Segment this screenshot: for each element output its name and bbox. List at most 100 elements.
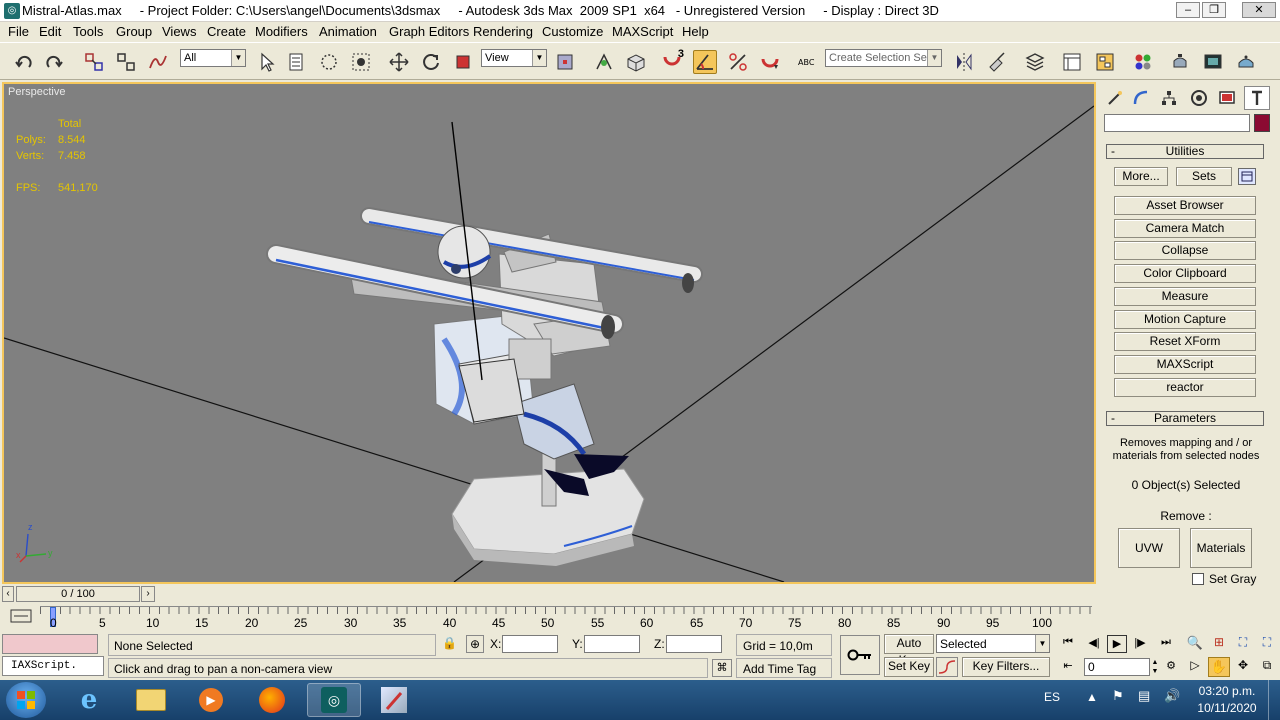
select-and-rotate-icon[interactable] xyxy=(419,50,443,74)
clock-time[interactable]: 03:20 p.m. xyxy=(1192,684,1262,698)
keyboard-shortcut-override-icon[interactable] xyxy=(624,50,648,74)
hierarchy-tab-icon[interactable] xyxy=(1156,86,1182,110)
show-hidden-icons-icon[interactable]: ▲ xyxy=(1086,690,1098,704)
menu-group[interactable]: Group xyxy=(116,24,152,39)
named-selection-sets-dropdown[interactable]: Create Selection Set ▼ xyxy=(825,49,942,67)
sets-button[interactable]: Sets xyxy=(1176,167,1232,186)
parameters-rollout-header[interactable]: - Parameters xyxy=(1106,411,1264,426)
uvw-button[interactable]: UVW xyxy=(1118,528,1180,568)
mirror-icon[interactable] xyxy=(952,50,976,74)
menu-maxscript[interactable]: MAXScript xyxy=(612,24,673,39)
current-frame-field[interactable]: 0 xyxy=(1084,658,1150,676)
frame-spinner-icon[interactable]: ▲ ▼ xyxy=(1150,658,1160,676)
name-field[interactable] xyxy=(1104,114,1250,132)
time-slider-next-icon[interactable]: › xyxy=(141,586,155,602)
snaps-toggle-icon[interactable]: 3 xyxy=(660,48,684,74)
material-editor-icon[interactable] xyxy=(1131,50,1155,74)
select-and-move-icon[interactable] xyxy=(387,50,411,74)
menu-help[interactable]: Help xyxy=(682,24,709,39)
menu-animation[interactable]: Animation xyxy=(319,24,377,39)
language-indicator[interactable]: ES xyxy=(1044,690,1060,704)
motion-tab-icon[interactable] xyxy=(1186,86,1212,110)
zoom-extents-all-icon[interactable]: ⛶ xyxy=(1258,635,1276,653)
maximize-viewport-toggle-icon[interactable]: ⧉ xyxy=(1258,658,1276,676)
curve-editor-icon[interactable] xyxy=(1060,50,1084,74)
network-icon[interactable]: ▤ xyxy=(1138,688,1156,706)
close-button[interactable]: ✕ xyxy=(1242,2,1276,18)
volume-icon[interactable]: 🔊 xyxy=(1164,688,1182,706)
redo-icon[interactable] xyxy=(42,50,66,74)
utilities-rollout-header[interactable]: - Utilities xyxy=(1106,144,1264,159)
menu-customize[interactable]: Customize xyxy=(542,24,603,39)
auto-key-button[interactable]: Auto Key xyxy=(884,634,934,667)
go-to-end-icon[interactable]: ⏭ xyxy=(1156,636,1176,652)
maxscript-button[interactable]: MAXScript xyxy=(1114,355,1256,374)
z-coordinate-field[interactable] xyxy=(666,635,722,653)
pivot-center-icon[interactable] xyxy=(553,50,577,74)
unlink-selection-icon[interactable] xyxy=(114,50,138,74)
more-button[interactable]: More... xyxy=(1114,167,1168,186)
set-gray-checkbox[interactable] xyxy=(1192,573,1204,585)
configure-button-sets-icon[interactable] xyxy=(1238,168,1256,185)
reference-coordinate-dropdown[interactable]: View ▼ xyxy=(481,49,547,67)
create-tab-icon[interactable] xyxy=(1102,86,1128,110)
start-button[interactable] xyxy=(6,682,46,718)
menu-graph-editors[interactable]: Graph Editors xyxy=(389,24,469,39)
internet-explorer-icon[interactable]: e xyxy=(62,683,116,717)
menu-modifiers[interactable]: Modifiers xyxy=(255,24,308,39)
go-to-start-icon[interactable]: ⏮ xyxy=(1058,636,1078,652)
3dsmax-taskbar-icon[interactable]: ◎ xyxy=(307,683,361,717)
window-crossing-icon[interactable] xyxy=(349,50,373,74)
maxscript-mini-listener-top[interactable] xyxy=(2,634,98,654)
render-setup-icon[interactable] xyxy=(1168,50,1192,74)
action-center-icon[interactable]: ⚑ xyxy=(1112,688,1130,706)
x-coordinate-field[interactable] xyxy=(502,635,558,653)
reset-xform-button[interactable]: Reset XForm xyxy=(1114,332,1256,351)
key-mode-dropdown[interactable]: Selected ▼ xyxy=(936,634,1050,653)
motion-capture-button[interactable]: Motion Capture xyxy=(1114,310,1256,329)
render-production-icon[interactable] xyxy=(1234,50,1258,74)
color-clipboard-button[interactable]: Color Clipboard xyxy=(1114,264,1256,283)
key-mode-toggle-icon[interactable]: ⇤ xyxy=(1058,659,1078,675)
absolute-offset-toggle-icon[interactable]: ⊕ xyxy=(466,635,484,653)
maxscript-mini-listener[interactable]: IAXScript. xyxy=(2,656,104,676)
align-icon[interactable] xyxy=(985,50,1009,74)
zoom-all-icon[interactable]: ⊞ xyxy=(1210,635,1228,653)
y-coordinate-field[interactable] xyxy=(584,635,640,653)
add-time-tag-button[interactable]: Add Time Tag xyxy=(736,658,832,678)
scene-canvas[interactable] xyxy=(4,84,1094,582)
angle-snap-toggle-icon[interactable] xyxy=(693,50,717,74)
file-explorer-icon[interactable] xyxy=(124,683,178,717)
select-object-icon[interactable] xyxy=(254,50,278,74)
menu-tools[interactable]: Tools xyxy=(73,24,103,39)
3dsmax-app-icon[interactable]: ◎ xyxy=(4,3,20,19)
menu-views[interactable]: Views xyxy=(162,24,196,39)
bind-to-space-warp-icon[interactable] xyxy=(146,50,170,74)
camera-match-button[interactable]: Camera Match xyxy=(1114,219,1256,238)
selection-region-icon[interactable] xyxy=(317,50,341,74)
field-of-view-icon[interactable]: ▷ xyxy=(1186,658,1204,676)
play-icon[interactable]: ▶ xyxy=(1107,635,1127,653)
time-tag-icon[interactable]: ⌘ xyxy=(712,659,732,677)
paint-icon[interactable] xyxy=(367,683,421,717)
minimize-button[interactable]: – xyxy=(1176,2,1200,18)
media-player-icon[interactable]: ▶ xyxy=(184,683,238,717)
collapse-button[interactable]: Collapse xyxy=(1114,241,1256,260)
menu-rendering[interactable]: Rendering xyxy=(473,24,533,39)
time-slider-thumb[interactable]: 0 / 100 xyxy=(16,586,140,602)
zoom-icon[interactable]: 🔍 xyxy=(1186,635,1204,653)
firefox-icon[interactable] xyxy=(245,683,299,717)
clock-date[interactable]: 10/11/2020 xyxy=(1192,701,1262,715)
modify-tab-icon[interactable] xyxy=(1128,86,1154,110)
utilities-tab-icon[interactable] xyxy=(1244,86,1270,110)
select-by-name-icon[interactable] xyxy=(285,50,309,74)
set-keys-key-icon[interactable] xyxy=(840,635,880,675)
layer-manager-icon[interactable] xyxy=(1023,50,1047,74)
perspective-viewport[interactable]: Perspective Total Polys: 8.544 Verts: 7.… xyxy=(2,82,1096,584)
selection-filter-dropdown[interactable]: All ▼ xyxy=(180,49,246,67)
previous-frame-icon[interactable]: ◀| xyxy=(1084,636,1104,652)
rendered-frame-window-icon[interactable] xyxy=(1201,50,1225,74)
menu-edit[interactable]: Edit xyxy=(39,24,61,39)
percent-snap-toggle-icon[interactable] xyxy=(726,50,750,74)
menu-file[interactable]: File xyxy=(8,24,29,39)
